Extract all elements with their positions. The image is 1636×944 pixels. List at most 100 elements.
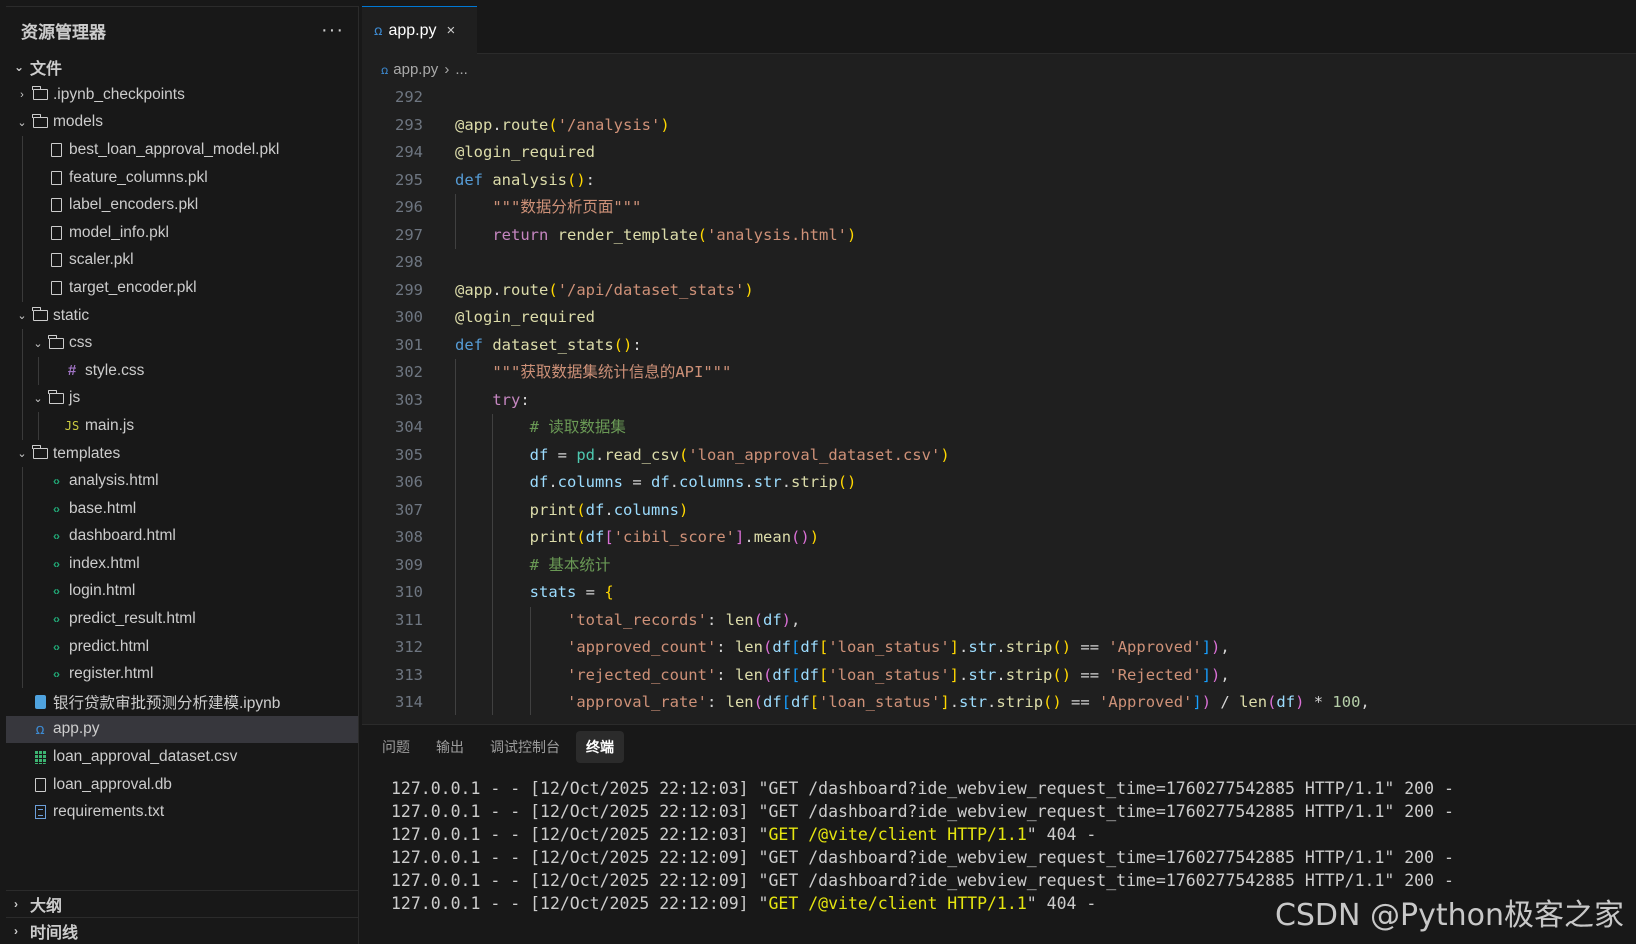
tab-app-py[interactable]: ꭥ app.py × [362, 6, 477, 54]
line-number: 307 [395, 500, 423, 519]
tree-item[interactable]: JS main.js [6, 412, 358, 440]
js-file-icon: JS [64, 418, 80, 433]
indent-guide [455, 469, 456, 497]
html-file-icon: ‹› [53, 639, 60, 654]
file-tree: › .ipynb_checkpoints ⌄ models best_loan_appr… [6, 81, 358, 826]
code-text: @app.route('/api/dataset_stats') [455, 280, 754, 299]
file-icon [46, 280, 66, 295]
indent-guide [455, 661, 456, 689]
tree-item[interactable]: model_info.pkl [6, 218, 358, 247]
line-number: 303 [395, 390, 423, 409]
indent-guide [22, 274, 23, 302]
chevron-down-icon: ⌄ [17, 310, 27, 323]
tree-item[interactable]: ‹› login.html [6, 577, 358, 606]
close-icon[interactable]: × [447, 22, 456, 39]
tree-item[interactable]: loan_approval.db [6, 771, 358, 799]
line-number: 296 [395, 198, 423, 216]
code-text: 'approval_rate': len(df[df['loan_status'… [423, 689, 1370, 715]
code-line: 310 stats = { [362, 579, 1636, 607]
tree-item[interactable]: feature_columns.pkl [6, 163, 358, 192]
file-icon [46, 253, 66, 268]
code-view[interactable]: 292 293 @app.route('/analysis') 294 @login_r… [362, 84, 1636, 715]
chevron-right-icon: › [14, 924, 18, 938]
file-icon [30, 777, 50, 792]
tree-item[interactable]: ⌄ css [6, 329, 358, 357]
tree-item-label: label_encoders.pkl [69, 196, 199, 214]
section-timeline-header[interactable]: › 时间线 [6, 917, 358, 944]
breadcrumb-more[interactable]: ... [455, 61, 468, 78]
tree-item[interactable]: ‹› predict.html [6, 632, 358, 661]
tree-item[interactable]: ꭥ app.py [6, 715, 358, 744]
tree-item[interactable]: ‹› base.html [6, 494, 358, 523]
tree-item[interactable]: ⌄ static [6, 302, 358, 330]
code-line: 299 @app.route('/api/dataset_stats') [362, 277, 1636, 305]
tree-item[interactable]: # style.css [6, 356, 358, 385]
breadcrumb-file[interactable]: app.py [393, 61, 438, 78]
tree-item-label: main.js [85, 416, 135, 434]
tree-item[interactable]: best_loan_approval_model.pkl [6, 136, 358, 164]
tree-item[interactable]: ⌄ models [6, 109, 358, 137]
indent-guide [22, 577, 23, 606]
terminal-line: 127.0.0.1 - - [12/Oct/2025 22:12:03] "GE… [391, 779, 1454, 798]
tree-item[interactable]: ‹› index.html [6, 550, 358, 578]
code-line: 314 'approval_rate': len(df[df['loan_sta… [362, 689, 1636, 715]
indent-guide [38, 412, 39, 440]
tree-item[interactable]: 银行贷款审批预测分析建模.ipynb [6, 688, 358, 716]
tab-problems[interactable]: 问题 [372, 731, 420, 763]
code-text: return render_template('analysis.html') [423, 221, 856, 249]
indent-guide [22, 632, 23, 661]
code-text: 'total_records': len(df), [423, 606, 800, 634]
file-icon [46, 225, 66, 240]
tree-item[interactable]: target_encoder.pkl [6, 274, 358, 302]
code-line: 311 'total_records': len(df), [362, 606, 1636, 634]
tree-item[interactable]: › .ipynb_checkpoints [6, 81, 358, 109]
more-actions-icon[interactable]: ··· [321, 19, 344, 42]
indent-guide [529, 606, 531, 634]
code-line: 293 @app.route('/analysis') [362, 112, 1636, 140]
code-line: 307 print(df.columns) [362, 496, 1636, 524]
indent-guide [529, 634, 531, 662]
indent-guide [455, 386, 456, 414]
tree-item-label: register.html [69, 665, 154, 683]
tree-item-label: app.py [53, 720, 100, 738]
tree-item[interactable]: scaler.pkl [6, 246, 358, 275]
indent-guide [22, 218, 23, 247]
tree-item-label: model_info.pkl [69, 223, 169, 241]
tree-item[interactable]: requirements.txt [6, 798, 358, 826]
section-outline-header[interactable]: › 大纲 [6, 890, 358, 917]
indent-guide [22, 467, 23, 495]
html-file-icon: ‹› [53, 667, 60, 682]
indent-guide [529, 661, 531, 689]
indent-guide [455, 524, 456, 552]
tree-item[interactable]: ‹› analysis.html [6, 467, 358, 495]
chevron-down-icon: ⌄ [33, 392, 43, 405]
tree-item[interactable]: label_encoders.pkl [6, 191, 358, 219]
tree-item-label: feature_columns.pkl [69, 168, 208, 186]
code-text: """获取数据集统计信息的API""" [423, 359, 731, 387]
tab-debug-console[interactable]: 调试控制台 [480, 731, 570, 763]
code-line: 300 @login_required [362, 304, 1636, 332]
file-icon [46, 198, 66, 213]
tree-item[interactable]: loan_approval_dataset.csv [6, 743, 358, 771]
indent-guide [22, 329, 23, 357]
indent-guide [22, 412, 23, 440]
line-number: 301 [395, 335, 423, 354]
section-files-header[interactable]: ⌄ 文件 [6, 53, 358, 81]
explorer-title: 资源管理器 [21, 22, 106, 42]
tab-output[interactable]: 输出 [426, 731, 474, 763]
section-files-label: 文件 [30, 61, 63, 78]
tab-terminal[interactable]: 终端 [576, 731, 624, 763]
tree-item[interactable]: ‹› register.html [6, 660, 358, 689]
folder-icon [30, 86, 50, 101]
code-line: 304 # 读取数据集 [362, 414, 1636, 442]
tree-item[interactable]: ‹› dashboard.html [6, 522, 358, 551]
indent-guide [22, 550, 23, 578]
indent-guide [455, 359, 456, 387]
indent-guide [22, 384, 23, 413]
line-number: 309 [395, 555, 423, 574]
tree-item[interactable]: ‹› predict_result.html [6, 605, 358, 633]
tree-item[interactable]: ⌄ js [6, 384, 358, 413]
indent-guide [22, 191, 23, 219]
folder-icon [46, 389, 66, 404]
tree-item[interactable]: ⌄ templates [6, 440, 358, 468]
